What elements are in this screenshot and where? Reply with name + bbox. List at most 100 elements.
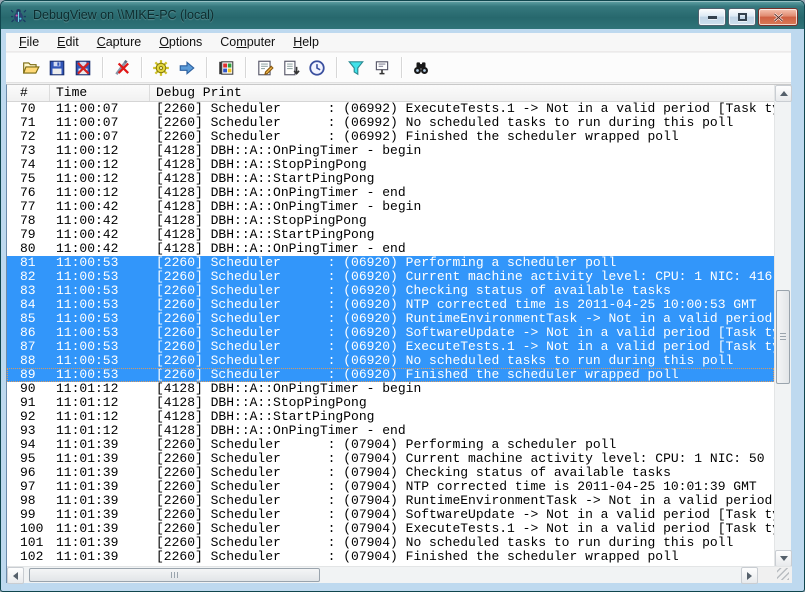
capture-kernel-button[interactable]	[148, 56, 174, 80]
table-row[interactable]: 7511:00:12[4128] DBH::A::StartPingPong	[7, 172, 774, 186]
title-bar[interactable]: DebugView on \\MIKE-PC (local)	[1, 1, 805, 29]
bug-icon	[10, 7, 27, 24]
table-row[interactable]: 8711:00:53[2260] Scheduler : (06920) Exe…	[7, 340, 774, 354]
table-row[interactable]: 7811:00:42[4128] DBH::A::StopPingPong	[7, 214, 774, 228]
table-row[interactable]: 9911:01:39[2260] Scheduler : (07904) Sof…	[7, 508, 774, 522]
row-debug-print: [4128] DBH::A::OnPingTimer - end	[150, 424, 774, 438]
row-index: 84	[7, 298, 50, 312]
horizontal-scrollbar-thumb[interactable]	[29, 568, 320, 582]
scroll-right-button[interactable]	[741, 567, 758, 584]
open-file-button[interactable]	[18, 56, 44, 80]
column-header-time[interactable]: Time	[50, 85, 150, 101]
row-index: 82	[7, 270, 50, 284]
row-debug-print: [4128] DBH::A::StopPingPong	[150, 158, 774, 172]
row-index: 89	[7, 368, 50, 382]
capture-button[interactable]	[109, 56, 135, 80]
table-row[interactable]: 9211:01:12[4128] DBH::A::StartPingPong	[7, 410, 774, 424]
vertical-scrollbar[interactable]	[774, 85, 791, 567]
row-index: 70	[7, 102, 50, 116]
table-row[interactable]: 9011:01:12[4128] DBH::A::OnPingTimer - b…	[7, 382, 774, 396]
menu-file[interactable]: File	[10, 33, 48, 51]
comment-button[interactable]	[252, 56, 278, 80]
filter-button[interactable]	[343, 56, 369, 80]
row-index: 79	[7, 228, 50, 242]
save-button[interactable]	[44, 56, 70, 80]
table-row[interactable]: 10211:01:39[2260] Scheduler : (07904) Fi…	[7, 550, 774, 564]
row-index: 86	[7, 326, 50, 340]
column-header-debug-print[interactable]: Debug Print	[150, 85, 774, 101]
table-row[interactable]: 7111:00:07[2260] Scheduler : (06992) No …	[7, 116, 774, 130]
table-row[interactable]: 7311:00:12[4128] DBH::A::OnPingTimer - b…	[7, 144, 774, 158]
row-debug-print: [2260] Scheduler : (06920) Finished the …	[150, 368, 774, 382]
toolbar-separator	[102, 57, 103, 78]
table-row[interactable]: 8911:00:53[2260] Scheduler : (06920) Fin…	[7, 368, 774, 382]
table-row[interactable]: 8811:00:53[2260] Scheduler : (06920) No …	[7, 354, 774, 368]
row-time: 11:00:53	[50, 270, 150, 284]
table-row[interactable]: 9711:01:39[2260] Scheduler : (07904) NTP…	[7, 480, 774, 494]
row-time: 11:01:39	[50, 452, 150, 466]
menu-help[interactable]: Help	[284, 33, 328, 51]
horizontal-scrollbar[interactable]	[7, 566, 758, 583]
capture-win32-button[interactable]	[213, 56, 239, 80]
table-row[interactable]: 8311:00:53[2260] Scheduler : (06920) Che…	[7, 284, 774, 298]
table-row[interactable]: 10111:01:39[2260] Scheduler : (07904) No…	[7, 536, 774, 550]
row-index: 71	[7, 116, 50, 130]
row-index: 90	[7, 382, 50, 396]
table-row[interactable]: 9611:01:39[2260] Scheduler : (07904) Che…	[7, 466, 774, 480]
row-time: 11:01:39	[50, 550, 150, 564]
row-debug-print: [4128] DBH::A::OnPingTimer - begin	[150, 144, 774, 158]
table-row[interactable]: 8411:00:53[2260] Scheduler : (06920) NTP…	[7, 298, 774, 312]
log-rows: 7011:00:07[2260] Scheduler : (06992) Exe…	[7, 102, 774, 564]
table-row[interactable]: 9811:01:39[2260] Scheduler : (07904) Run…	[7, 494, 774, 508]
row-time: 11:01:12	[50, 410, 150, 424]
row-time: 11:00:07	[50, 116, 150, 130]
menu-edit[interactable]: Edit	[48, 33, 88, 51]
scroll-down-button[interactable]	[775, 550, 792, 567]
menu-capture[interactable]: Capture	[88, 33, 150, 51]
table-row[interactable]: 8511:00:53[2260] Scheduler : (06920) Run…	[7, 312, 774, 326]
row-time: 11:00:53	[50, 284, 150, 298]
table-row[interactable]: 7011:00:07[2260] Scheduler : (06992) Exe…	[7, 102, 774, 116]
row-index: 87	[7, 340, 50, 354]
table-row[interactable]: 9311:01:12[4128] DBH::A::OnPingTimer - e…	[7, 424, 774, 438]
resize-grip[interactable]	[777, 568, 789, 580]
table-row[interactable]: 8211:00:53[2260] Scheduler : (06920) Cur…	[7, 270, 774, 284]
capture-icon	[113, 59, 131, 77]
row-index: 74	[7, 158, 50, 172]
table-row[interactable]: 8111:00:53[2260] Scheduler : (06920) Per…	[7, 256, 774, 270]
table-row[interactable]: 7611:00:12[4128] DBH::A::OnPingTimer - e…	[7, 186, 774, 200]
table-row[interactable]: 8611:00:53[2260] Scheduler : (06920) Sof…	[7, 326, 774, 340]
find-button[interactable]	[408, 56, 434, 80]
table-row[interactable]: 9511:01:39[2260] Scheduler : (07904) Cur…	[7, 452, 774, 466]
table-row[interactable]: 7411:00:12[4128] DBH::A::StopPingPong	[7, 158, 774, 172]
scroll-left-button[interactable]	[7, 567, 24, 584]
row-time: 11:00:12	[50, 158, 150, 172]
row-index: 102	[7, 550, 50, 564]
table-row[interactable]: 10011:01:39[2260] Scheduler : (07904) Ex…	[7, 522, 774, 536]
table-row[interactable]: 7911:00:42[4128] DBH::A::StartPingPong	[7, 228, 774, 242]
history-depth-button[interactable]	[369, 56, 395, 80]
capture-passthrough-button[interactable]	[174, 56, 200, 80]
scroll-up-button[interactable]	[775, 85, 792, 102]
table-row[interactable]: 8011:00:42[4128] DBH::A::OnPingTimer - e…	[7, 242, 774, 256]
column-header-index[interactable]: #	[7, 85, 50, 101]
row-time: 11:01:39	[50, 466, 150, 480]
close-button[interactable]	[758, 8, 798, 26]
maximize-button[interactable]	[728, 8, 756, 26]
row-time: 11:00:53	[50, 256, 150, 270]
table-row[interactable]: 7711:00:42[4128] DBH::A::OnPingTimer - b…	[7, 200, 774, 214]
toolbar-separator	[206, 57, 207, 78]
row-index: 95	[7, 452, 50, 466]
log-to-file-button[interactable]	[70, 56, 96, 80]
menu-computer[interactable]: Computer	[211, 33, 284, 51]
clock-button[interactable]	[304, 56, 330, 80]
autoscroll-button[interactable]	[278, 56, 304, 80]
table-row[interactable]: 9111:01:12[4128] DBH::A::StopPingPong	[7, 396, 774, 410]
menu-options[interactable]: Options	[150, 33, 211, 51]
table-row[interactable]: 9411:01:39[2260] Scheduler : (07904) Per…	[7, 438, 774, 452]
vertical-scrollbar-thumb[interactable]	[776, 290, 790, 384]
find-icon	[412, 59, 430, 77]
minimize-button[interactable]	[698, 8, 726, 26]
row-time: 11:00:12	[50, 172, 150, 186]
table-row[interactable]: 7211:00:07[2260] Scheduler : (06992) Fin…	[7, 130, 774, 144]
